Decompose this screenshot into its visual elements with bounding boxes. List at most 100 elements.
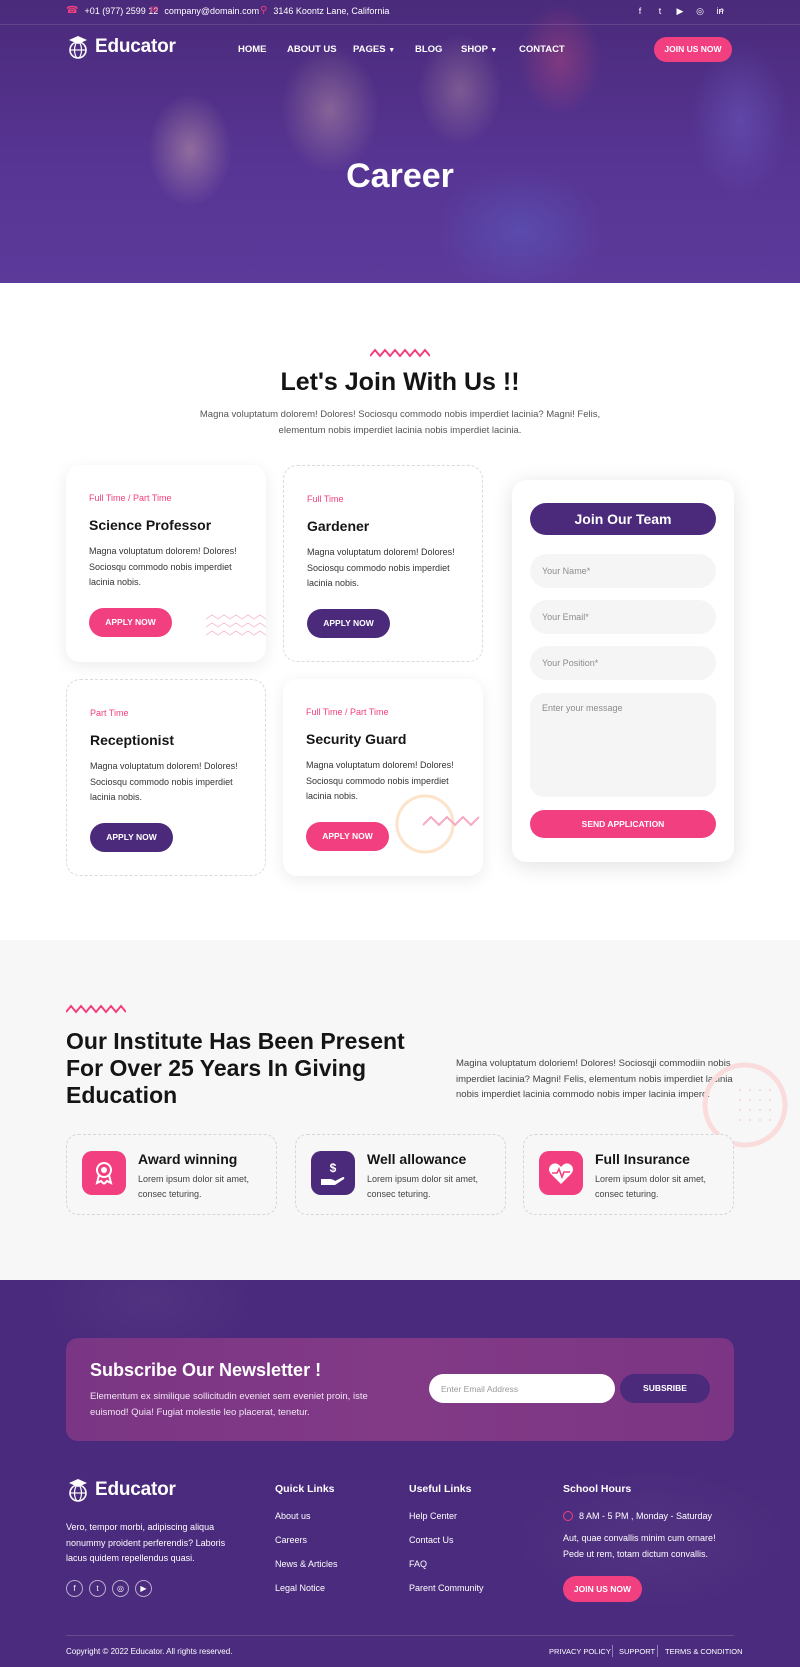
newsletter-text: Elementum ex similique sollicitudin even… <box>90 1391 368 1418</box>
phone-number: +01 (977) 2599 12 <box>84 6 159 16</box>
nav-blog[interactable]: BLOG <box>415 44 442 55</box>
job-type: Full Time / Part Time <box>306 707 389 717</box>
twitter-icon[interactable]: t <box>654 5 666 17</box>
position-field[interactable] <box>530 646 716 680</box>
logo[interactable]: Educator <box>66 34 176 60</box>
feature-description: Lorem ipsum dolor sit amet, consec tetur… <box>595 1174 707 1199</box>
footer-link[interactable]: News & Articles <box>275 1559 338 1569</box>
email-address: company@domain.com <box>164 6 260 16</box>
apply-now-button[interactable]: APPLY NOW <box>306 822 389 851</box>
nav-home[interactable]: HOME <box>238 44 267 55</box>
svg-text:$: $ <box>330 1161 337 1175</box>
join-team-form: Join Our Team SEND APPLICATION <box>512 480 734 862</box>
job-description: Magna voluptatum dolorem! Dolores! Socio… <box>89 546 237 587</box>
job-title: Science Professor <box>89 517 212 533</box>
nav-contact[interactable]: CONTACT <box>519 44 565 55</box>
job-card: Full Time Gardener Magna voluptatum dolo… <box>283 465 483 662</box>
clock-icon <box>563 1511 573 1521</box>
apply-now-button[interactable]: APPLY NOW <box>89 608 172 637</box>
facebook-icon[interactable]: f <box>66 1580 83 1597</box>
join-us-button[interactable]: JOIN US NOW <box>654 37 732 62</box>
location-pin-icon: ⚲ <box>260 5 268 16</box>
facebook-icon[interactable]: f <box>634 5 646 17</box>
chevron-down-icon: ▼ <box>490 47 498 54</box>
phone-icon: ☎ <box>66 5 79 16</box>
feature-card: Award winning Lorem ipsum dolor sit amet… <box>66 1134 277 1215</box>
hero-banner: ☎ +01 (977) 2599 12 ✉ company@domain.com… <box>0 0 800 283</box>
footer-divider <box>66 1635 734 1636</box>
section-subtitle: Magna voluptatum dolorem! Dolores! Socio… <box>150 407 650 439</box>
newsletter-email-input[interactable] <box>429 1374 615 1403</box>
page-title: Career <box>346 157 454 195</box>
email-info[interactable]: ✉ company@domain.com <box>150 6 260 17</box>
school-hours-value: 8 AM - 5 PM , Monday - Saturday <box>579 1511 713 1521</box>
feature-title: Award winning <box>138 1151 238 1167</box>
copyright: Copyright © 2022 Educator. All rights re… <box>66 1647 233 1656</box>
feature-card: Full Insurance Lorem ipsum dolor sit ame… <box>523 1134 734 1215</box>
instagram-icon[interactable]: ◎ <box>694 5 706 17</box>
section-subtitle-line: elementum nobis imperdiet lacinia nobis … <box>278 425 522 436</box>
nav-about-us[interactable]: ABOUT US <box>287 44 337 55</box>
section-subtitle-line: Magna voluptatum dolorem! Dolores! Socio… <box>199 409 601 420</box>
feature-description: Lorem ipsum dolor sit amet, consec tetur… <box>367 1174 479 1199</box>
logo-text: Educator <box>95 36 176 57</box>
chevron-down-icon: ▼ <box>388 47 396 54</box>
nav-shop-label: SHOP <box>461 44 488 55</box>
footer-join-button[interactable]: JOIN US NOW <box>563 1576 642 1602</box>
nav-pages[interactable]: PAGES ▼ <box>353 44 395 55</box>
feature-title: Full Insurance <box>595 1151 690 1167</box>
footer-link[interactable]: FAQ <box>409 1559 427 1569</box>
youtube-icon[interactable]: ▶ <box>135 1580 152 1597</box>
footer-link[interactable]: About us <box>275 1511 311 1521</box>
newsletter-title: Subscribe Our Newsletter ! <box>90 1360 322 1380</box>
youtube-icon[interactable]: ▶ <box>674 5 686 17</box>
hand-dollar-icon: $ <box>311 1151 355 1195</box>
page: ☎ +01 (977) 2599 12 ✉ company@domain.com… <box>0 0 800 1667</box>
subscribe-button[interactable]: SUBSRIBE <box>620 1374 710 1403</box>
footer-social-links: f t ◎ ▶ <box>66 1580 152 1597</box>
phone-info[interactable]: ☎ +01 (977) 2599 12 <box>66 5 159 17</box>
form-title: Join Our Team <box>530 503 716 535</box>
zigzag-decoration-icon <box>206 614 266 636</box>
zigzag-divider-icon <box>66 1004 126 1014</box>
footer-link[interactable]: Parent Community <box>409 1583 484 1593</box>
top-bar: ☎ +01 (977) 2599 12 ✉ company@domain.com… <box>0 0 800 25</box>
apply-now-button[interactable]: APPLY NOW <box>90 823 173 852</box>
footer-logo[interactable]: Educator <box>66 1477 176 1503</box>
terms-link[interactable]: TERMS & CONDITION <box>665 1647 743 1656</box>
email-field[interactable] <box>530 600 716 634</box>
logo-text: Educator <box>95 1479 176 1500</box>
address-info: ⚲ 3146 Koontz Lane, California <box>260 5 389 17</box>
circle-zigzag-decoration-icon <box>395 794 480 854</box>
message-field[interactable] <box>530 693 716 797</box>
privacy-policy-link[interactable]: PRIVACY POLICY <box>549 1647 611 1656</box>
newsletter-box: Subscribe Our Newsletter ! Elementum ex … <box>66 1338 734 1441</box>
send-application-button[interactable]: SEND APPLICATION <box>530 810 716 838</box>
footer-link[interactable]: Careers <box>275 1535 307 1545</box>
top-social-links: f t ▶ ◎ in <box>634 5 726 17</box>
search-icon[interactable]: ⌕ <box>719 5 725 16</box>
feature-card: $ Well allowance Lorem ipsum dolor sit a… <box>295 1134 506 1215</box>
job-card: Part Time Receptionist Magna voluptatum … <box>66 679 266 876</box>
name-field[interactable] <box>530 554 716 588</box>
support-link[interactable]: SUPPORT <box>619 1647 655 1656</box>
footer-about: Vero, tempor morbi, adipiscing aliqua no… <box>66 1522 226 1563</box>
twitter-icon[interactable]: t <box>89 1580 106 1597</box>
footer-link[interactable]: Contact Us <box>409 1535 454 1545</box>
job-card: Full Time / Part Time Security Guard Mag… <box>283 679 483 876</box>
instagram-icon[interactable]: ◎ <box>112 1580 129 1597</box>
zigzag-divider-icon <box>370 348 430 358</box>
footer-link[interactable]: Help Center <box>409 1511 457 1521</box>
job-description: Magna voluptatum dolorem! Dolores! Socio… <box>307 547 455 588</box>
apply-now-button[interactable]: APPLY NOW <box>307 609 390 638</box>
nav-shop[interactable]: SHOP ▼ <box>461 44 497 55</box>
school-hours: 8 AM - 5 PM , Monday - Saturday <box>563 1511 712 1521</box>
job-type: Full Time / Part Time <box>89 493 172 503</box>
feature-description: Lorem ipsum dolor sit amet, consec tetur… <box>138 1174 250 1199</box>
footer-link[interactable]: Legal Notice <box>275 1583 325 1593</box>
separator <box>657 1645 658 1657</box>
globe-cap-icon <box>69 1479 87 1502</box>
separator <box>612 1645 613 1657</box>
award-icon <box>82 1151 126 1195</box>
globe-cap-icon <box>69 36 87 59</box>
